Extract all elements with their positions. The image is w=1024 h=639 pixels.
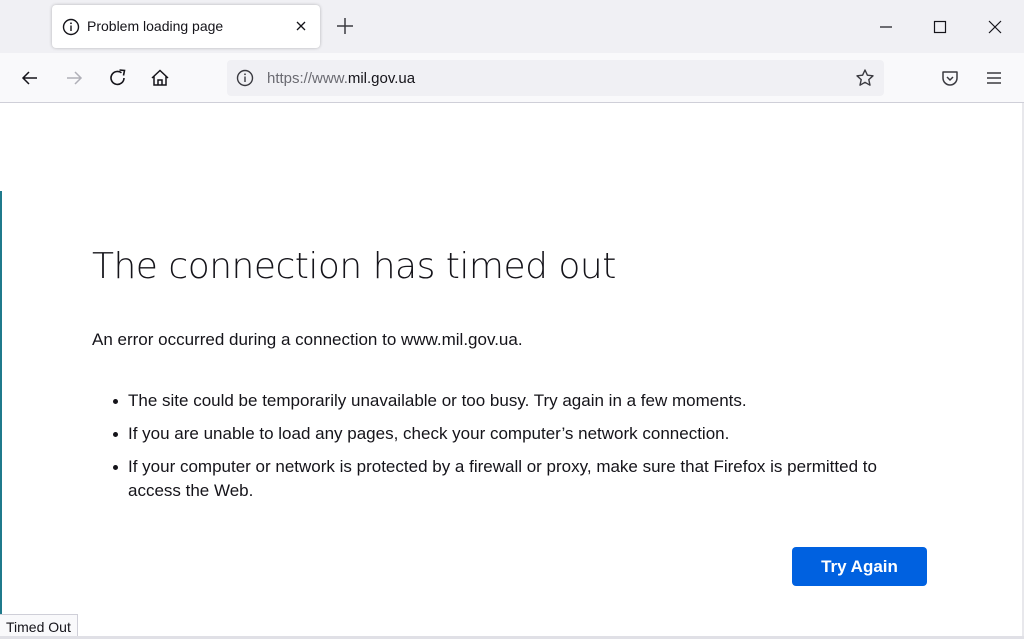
url-input[interactable]: https://www.mil.gov.ua [267,70,415,87]
close-window-button[interactable] [981,13,1009,41]
arrow-right-icon [67,71,83,85]
close-icon[interactable] [292,17,310,35]
minimize-button[interactable] [872,13,900,41]
tab-title: Problem loading page [87,18,224,34]
title-bar: Problem loading page [0,0,1024,53]
close-icon [988,20,1002,34]
url-bar[interactable]: https://www.mil.gov.ua [227,60,884,96]
new-tab-button[interactable] [334,15,356,37]
star-icon[interactable] [855,68,875,88]
url-domain: mil.gov.ua [347,70,416,87]
suggestion-list: The site could be temporarily unavailabl… [110,389,930,512]
url-prefix: https://www. [267,70,348,87]
error-title: The connection has timed out [92,246,616,287]
suggestion-item: The site could be temporarily unavailabl… [110,389,930,413]
forward-button[interactable] [63,67,85,89]
app-menu-button[interactable] [983,67,1005,89]
arrow-left-icon [21,71,37,85]
page-content: The connection has timed out An error oc… [0,103,1024,639]
reload-button[interactable] [107,67,129,89]
reload-icon [110,69,126,86]
plus-icon [337,18,353,34]
error-description: An error occurred during a connection to… [92,330,523,349]
info-icon[interactable] [236,69,254,87]
tab-problem-loading-page[interactable]: Problem loading page [52,5,320,48]
left-edge-strip [0,191,2,639]
home-icon [151,69,169,86]
back-button[interactable] [19,67,41,89]
info-icon [62,18,80,36]
hamburger-menu-icon [987,72,1001,84]
minimize-icon [880,26,892,28]
home-button[interactable] [149,67,171,89]
maximize-button[interactable] [926,13,954,41]
try-again-button[interactable]: Try Again [792,547,927,586]
pocket-icon [942,71,958,86]
pocket-button[interactable] [939,67,961,89]
navigation-toolbar: https://www.mil.gov.ua [0,53,1024,103]
maximize-icon [933,20,947,34]
suggestion-item: If you are unable to load any pages, che… [110,422,930,446]
suggestion-item: If your computer or network is protected… [110,455,930,503]
